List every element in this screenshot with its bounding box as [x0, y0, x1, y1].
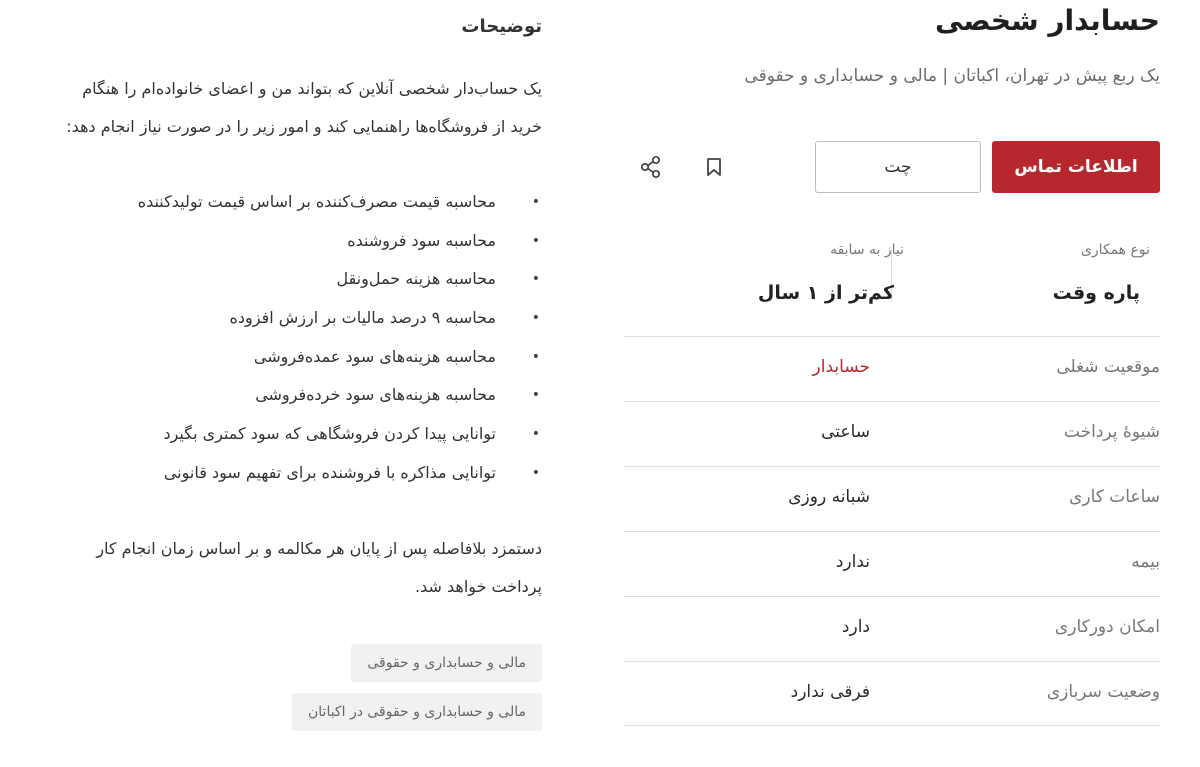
- description-intro: یک حساب‌دار شخصی آنلاین که بتواند من و ا…: [66, 79, 542, 136]
- description-outro: دستمزد بلافاصله پس از پایان هر مکالمه و …: [96, 539, 542, 596]
- detail-value: فرقی ندارد: [790, 682, 870, 702]
- detail-row-insurance: بیمه ندارد: [624, 531, 1160, 596]
- detail-value: ساعتی: [821, 422, 870, 442]
- detail-label: موقعیت شغلی: [1056, 357, 1160, 377]
- detail-row-military: وضعیت سربازی فرقی ندارد: [624, 661, 1160, 726]
- chat-button[interactable]: چت: [815, 141, 981, 193]
- detail-value: شبانه روزی: [788, 487, 870, 507]
- list-item: محاسبه هزینه‌های سود عمده‌فروشی: [60, 338, 542, 377]
- list-item: محاسبه هزینه حمل‌ونقل: [60, 260, 542, 299]
- list-item: توانایی پیدا کردن فروشگاهی که سود کمتری …: [60, 415, 542, 454]
- detail-value: ندارد: [835, 552, 870, 572]
- collaboration-type-value: پاره وقت: [1052, 282, 1140, 304]
- detail-row-payment: شیوهٔ پرداخت ساعتی: [624, 401, 1160, 466]
- detail-label: ساعات کاری: [1069, 487, 1160, 507]
- list-item: محاسبه سود فروشنده: [60, 222, 542, 261]
- job-description: توضیحات یک حساب‌دار شخصی آنلاین که بتوان…: [60, 0, 542, 767]
- contact-info-button[interactable]: اطلاعات تماس: [992, 141, 1160, 193]
- detail-label: وضعیت سربازی: [1046, 682, 1160, 702]
- list-item: محاسبه ۹ درصد مالیات بر ارزش افزوده: [60, 299, 542, 338]
- detail-row-remote: امکان دورکاری دارد: [624, 596, 1160, 661]
- description-bullet-list: محاسبه قیمت مصرف‌کننده بر اساس قیمت تولی…: [60, 183, 542, 493]
- share-icon[interactable]: [638, 153, 664, 181]
- job-subtitle: یک ربع پیش در تهران، اکباتان | مالی و حس…: [744, 66, 1160, 86]
- description-heading: توضیحات: [461, 16, 542, 37]
- bookmark-icon[interactable]: [701, 153, 727, 181]
- detail-label: بیمه: [1131, 552, 1160, 572]
- detail-label: شیوهٔ پرداخت: [1063, 422, 1160, 442]
- experience-value: کم‌تر از ۱ سال: [757, 282, 894, 304]
- job-position-link[interactable]: حسابدار: [624, 357, 870, 377]
- category-tag[interactable]: مالی و حسابداری و حقوقی: [351, 644, 542, 682]
- job-summary: نوع همکاری پاره وقت نیاز به سابقه کم‌تر …: [624, 232, 1160, 336]
- detail-row-hours: ساعات کاری شبانه روزی: [624, 466, 1160, 531]
- job-header: حسابدار شخصی یک ربع پیش در تهران، اکباتا…: [624, 0, 1160, 767]
- list-item: محاسبه قیمت مصرف‌کننده بر اساس قیمت تولی…: [60, 183, 542, 222]
- detail-label: امکان دورکاری: [1054, 617, 1160, 637]
- category-location-tag[interactable]: مالی و حسابداری و حقوقی در اکباتان: [292, 693, 542, 731]
- job-title: حسابدار شخصی: [935, 4, 1160, 37]
- job-details-list: موقعیت شغلی حسابدار شیوهٔ پرداخت ساعتی س…: [624, 336, 1160, 726]
- detail-value: دارد: [841, 617, 870, 637]
- experience-label: نیاز به سابقه: [830, 242, 904, 258]
- list-item: توانایی مذاکره با فروشنده برای تفهیم سود…: [60, 454, 542, 493]
- detail-row-position: موقعیت شغلی حسابدار: [624, 336, 1160, 401]
- list-item: محاسبه هزینه‌های سود خرده‌فروشی: [60, 376, 542, 415]
- collaboration-type-label: نوع همکاری: [1080, 242, 1150, 258]
